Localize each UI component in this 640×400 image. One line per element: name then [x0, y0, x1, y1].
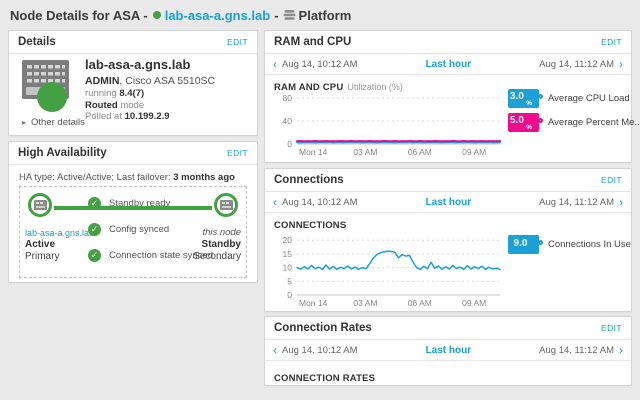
timebar-next-icon[interactable]: › — [619, 59, 623, 69]
primary-node-state: Active — [25, 239, 94, 251]
page-header: Node Details for ASA - lab-asa-a.gns.lab… — [10, 7, 351, 23]
primary-node-icon — [28, 193, 52, 217]
connection-rates-edit-button[interactable]: EDIT — [601, 323, 622, 333]
other-details-expander[interactable]: ▸ Other details — [22, 117, 85, 128]
svg-text:0: 0 — [287, 139, 292, 149]
ha-link-line — [54, 206, 212, 210]
primary-node-role: Primary — [25, 251, 94, 263]
connections-in-use-badge[interactable]: 9.0 — [508, 235, 539, 254]
svg-text:5: 5 — [287, 276, 292, 286]
device-model: , Cisco ASA 5510SC — [119, 75, 215, 87]
device-hostname: lab-asa-a.gns.lab — [85, 57, 215, 72]
platform-icon — [283, 9, 296, 21]
timebar-range-button[interactable]: Last hour — [426, 197, 472, 208]
timebar-end: Aug 14, 11:12 AM — [539, 59, 614, 70]
mode-label: mode — [120, 100, 144, 111]
ram-cpu-panel: RAM and CPU EDIT ‹ Aug 14, 10:12 AM Last… — [264, 30, 632, 163]
connection-rates-title: Connection Rates — [274, 322, 372, 334]
cpu-load-label: Average CPU Load — [548, 93, 630, 104]
ram-cpu-legend: 3.0 % Average CPU Load 5.0 % Average Per… — [508, 89, 630, 137]
device-version: 8.4(7) — [119, 88, 144, 99]
connections-edit-button[interactable]: EDIT — [601, 175, 622, 185]
secondary-node-name: this node — [193, 227, 241, 239]
ram-timebar: ‹ Aug 14, 10:12 AM Last hour Aug 14, 11:… — [265, 54, 631, 75]
details-panel: Details EDIT lab-asa-a.gns.lab ADMIN, Ci… — [8, 30, 258, 136]
header-separator: - — [274, 8, 278, 23]
platform-label: Platform — [299, 8, 352, 23]
connections-legend: 9.0 Connections In Use — [508, 235, 630, 259]
svg-text:09 AM: 09 AM — [462, 298, 486, 308]
svg-text:Mon 14: Mon 14 — [299, 298, 328, 308]
memory-badge[interactable]: 5.0 % — [508, 113, 539, 132]
connections-title: Connections — [274, 174, 344, 186]
timebar-start: Aug 14, 10:12 AM — [282, 345, 358, 356]
ha-diagram: lab-asa-a.gns.lab Active Primary this no… — [19, 186, 247, 278]
cpu-load-badge[interactable]: 3.0 % — [508, 89, 539, 108]
check-icon: ✓ — [88, 223, 101, 236]
details-edit-button[interactable]: EDIT — [227, 37, 248, 47]
page-title: Node Details for ASA - — [10, 8, 148, 23]
timebar-next-icon[interactable]: › — [619, 345, 623, 355]
timebar-prev-icon[interactable]: ‹ — [273, 59, 277, 69]
svg-text:10: 10 — [283, 263, 293, 273]
check-icon: ✓ — [88, 249, 101, 262]
running-label: running — [85, 88, 117, 99]
svg-text:15: 15 — [283, 249, 293, 259]
svg-text:80: 80 — [283, 93, 293, 103]
ha-title: High Availability — [18, 147, 107, 159]
ha-failover-time: 3 months ago — [173, 172, 235, 183]
other-details-label: Other details — [31, 117, 85, 128]
node-status-icon — [153, 11, 161, 19]
ram-cpu-edit-button[interactable]: EDIT — [601, 37, 622, 47]
timebar-range-button[interactable]: Last hour — [426, 59, 472, 70]
connection-rates-timebar: ‹ Aug 14, 10:12 AM Last hour Aug 14, 11:… — [265, 340, 631, 361]
ram-cpu-title: RAM and CPU — [274, 36, 351, 48]
svg-text:03 AM: 03 AM — [353, 298, 377, 308]
legend-marker-icon — [538, 240, 543, 245]
connections-in-use-label: Connections In Use — [548, 239, 631, 250]
device-icon — [21, 59, 73, 118]
timebar-start: Aug 14, 10:12 AM — [282, 197, 358, 208]
timebar-next-icon[interactable]: › — [619, 197, 623, 207]
svg-text:0: 0 — [287, 290, 292, 300]
device-mode: Routed — [85, 100, 118, 111]
connection-rates-chart-label: CONNECTION RATES — [265, 361, 631, 384]
ha-check-row: ✓ Config synced — [88, 223, 169, 236]
ram-cpu-chart[interactable]: 0 40 80 Mon 14 03 AM 06 AM 09 AM — [273, 87, 505, 157]
timebar-end: Aug 14, 11:12 AM — [539, 345, 614, 356]
timebar-prev-icon[interactable]: ‹ — [273, 197, 277, 207]
expand-arrow-icon: ▸ — [22, 118, 26, 127]
svg-text:Mon 14: Mon 14 — [299, 147, 328, 157]
polled-label: Polled at — [85, 111, 122, 122]
timebar-range-button[interactable]: Last hour — [426, 345, 472, 356]
primary-node-link[interactable]: lab-asa-a.gns.lab — [25, 227, 94, 239]
connections-timebar: ‹ Aug 14, 10:12 AM Last hour Aug 14, 11:… — [265, 192, 631, 213]
node-link[interactable]: lab-asa-a.gns.lab — [165, 8, 270, 23]
ha-summary: HA type: Active/Active; Last failover: 3… — [19, 172, 235, 183]
timebar-prev-icon[interactable]: ‹ — [273, 345, 277, 355]
svg-text:40: 40 — [283, 116, 293, 126]
timebar-start: Aug 14, 10:12 AM — [282, 59, 358, 70]
device-context: ADMIN — [85, 75, 119, 87]
connections-chart[interactable]: 0 5 10 15 20 Mon 14 03 AM 06 AM 09 AM — [273, 228, 505, 308]
svg-text:03 AM: 03 AM — [353, 147, 377, 157]
ha-check-row: ✓ Connection state synced — [88, 249, 213, 262]
connections-panel: Connections EDIT ‹ Aug 14, 10:12 AM Last… — [264, 168, 632, 312]
connection-rates-panel: Connection Rates EDIT ‹ Aug 14, 10:12 AM… — [264, 316, 632, 386]
ha-edit-button[interactable]: EDIT — [227, 148, 248, 158]
details-title: Details — [18, 36, 56, 48]
svg-text:20: 20 — [283, 235, 293, 245]
secondary-node-icon — [214, 193, 238, 217]
legend-marker-icon — [538, 118, 543, 123]
timebar-end: Aug 14, 11:12 AM — [539, 197, 614, 208]
svg-text:06 AM: 06 AM — [408, 298, 432, 308]
svg-text:06 AM: 06 AM — [408, 147, 432, 157]
svg-text:09 AM: 09 AM — [462, 147, 486, 157]
legend-marker-icon — [538, 94, 543, 99]
memory-label: Average Percent Me... — [548, 117, 640, 128]
polled-ip: 10.199.2.9 — [125, 111, 170, 122]
high-availability-panel: High Availability EDIT HA type: Active/A… — [8, 141, 258, 283]
